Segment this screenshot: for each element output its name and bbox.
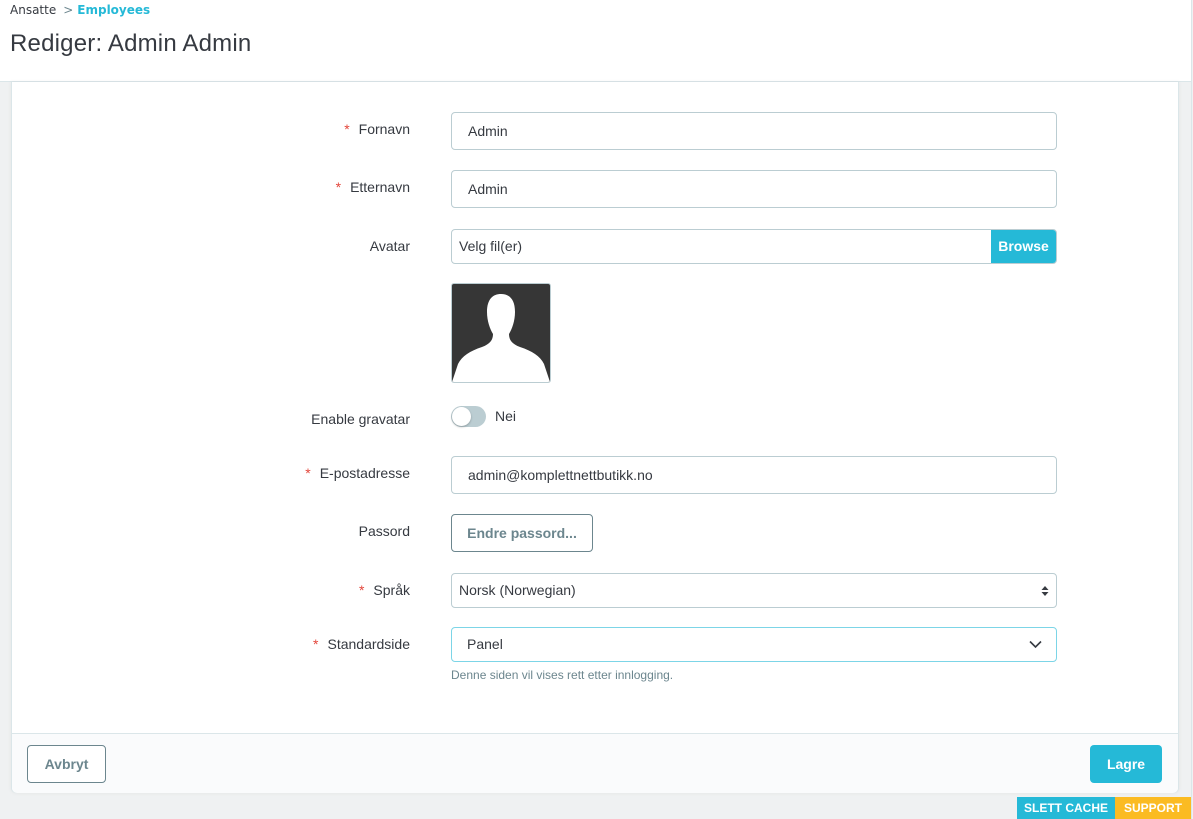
employee-form-card: * Fornavn Admin * Etternavn Admin Avatar V…	[11, 82, 1179, 793]
gravatar-label: Enable gravatar	[311, 411, 410, 427]
required-marker: *	[305, 465, 311, 481]
breadcrumb-parent-link[interactable]: Ansatte	[10, 3, 56, 17]
change-password-button[interactable]: Endre passord...	[451, 514, 593, 552]
language-select-value: Norsk (Norwegian)	[459, 582, 576, 598]
language-select[interactable]: Norsk (Norwegian)	[451, 573, 1057, 608]
form-footer: Avbryt Lagre	[12, 733, 1178, 793]
firstname-label-text: Fornavn	[358, 121, 410, 137]
breadcrumb-current-link[interactable]: Employees	[77, 3, 150, 17]
avatar-file-placeholder: Velg fil(er)	[459, 238, 523, 254]
avatar-file-input[interactable]: Velg fil(er) Browse	[451, 229, 1057, 264]
default-page-select-value: Panel	[467, 636, 503, 652]
language-label-text: Språk	[373, 582, 410, 598]
required-marker: *	[313, 636, 319, 652]
browse-button[interactable]: Browse	[991, 230, 1056, 263]
lastname-label: * Etternavn	[252, 179, 410, 195]
email-input[interactable]: admin@komplettnettbutikk.no	[451, 456, 1057, 494]
toggle-knob	[452, 407, 471, 426]
email-label: * E-postadresse	[252, 465, 410, 481]
page-header: Ansatte > Employees Rediger: Admin Admin	[0, 0, 1192, 82]
required-marker: *	[335, 179, 342, 195]
gravatar-toggle[interactable]	[451, 406, 486, 427]
support-button[interactable]: SUPPORT	[1115, 797, 1191, 819]
required-marker: *	[358, 582, 365, 598]
avatar-label: Avatar	[369, 238, 410, 254]
firstname-label: * Fornavn	[252, 121, 410, 137]
lastname-input[interactable]: Admin	[451, 170, 1057, 208]
default-page-select[interactable]: Panel	[451, 627, 1057, 662]
avatar-image	[451, 283, 551, 383]
clear-cache-button[interactable]: SLETT CACHE	[1017, 797, 1115, 819]
email-label-text: E-postadresse	[319, 465, 410, 481]
breadcrumb-separator: >	[63, 3, 74, 17]
breadcrumb: Ansatte > Employees	[10, 3, 150, 17]
sort-arrows-icon	[1041, 586, 1049, 596]
right-edge-divider	[1191, 0, 1192, 819]
default-page-label: * Standardside	[252, 636, 410, 652]
required-marker: *	[344, 121, 350, 137]
user-silhouette-icon	[452, 294, 550, 382]
save-button[interactable]: Lagre	[1090, 745, 1162, 783]
gravatar-state-label: Nei	[495, 408, 517, 424]
default-page-help-text: Denne siden vil vises rett etter innlogg…	[451, 668, 674, 682]
language-label: * Språk	[252, 582, 410, 598]
cancel-button[interactable]: Avbryt	[27, 745, 106, 783]
firstname-input[interactable]: Admin	[451, 112, 1057, 150]
page-title: Rediger: Admin Admin	[10, 30, 252, 57]
lastname-label-text: Etternavn	[350, 179, 410, 195]
default-page-label-text: Standardside	[327, 636, 410, 652]
password-label: Passord	[358, 523, 410, 539]
chevron-down-icon	[1029, 640, 1042, 649]
